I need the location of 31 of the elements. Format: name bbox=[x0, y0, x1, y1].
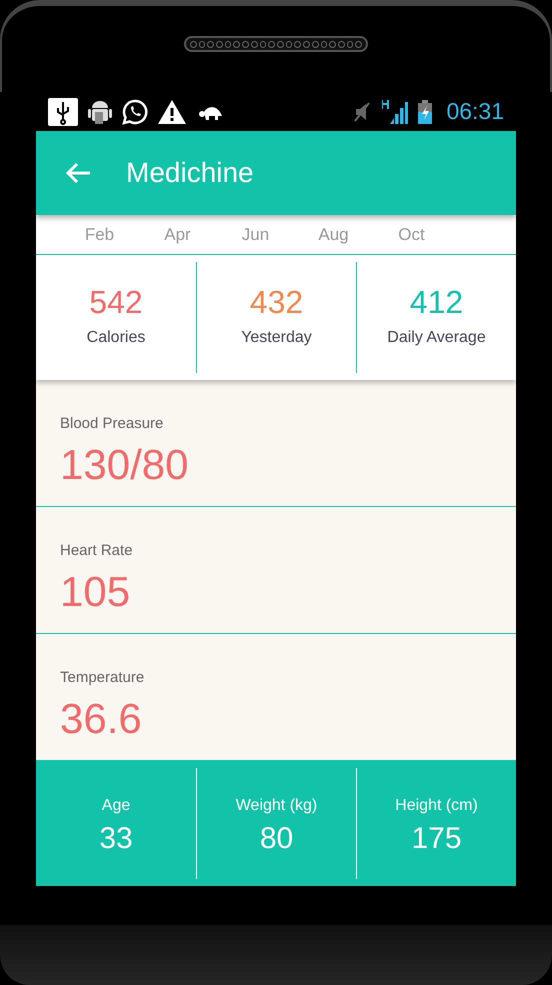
profile-value: 175 bbox=[411, 824, 462, 854]
profile-value: 33 bbox=[99, 824, 133, 854]
profile-label: Weight (kg) bbox=[236, 796, 318, 816]
month-label: Feb bbox=[84, 224, 115, 246]
stat-value: 432 bbox=[250, 286, 304, 318]
app-title: Medichine bbox=[126, 156, 254, 190]
stat-label: Daily Average bbox=[387, 328, 486, 348]
signal-icon bbox=[382, 100, 408, 124]
stat-label: Calories bbox=[86, 328, 146, 348]
month-label: Oct bbox=[397, 224, 426, 246]
month-label: Jun bbox=[240, 224, 270, 246]
profile-label: Age bbox=[102, 796, 130, 816]
vital-value: 130/80 bbox=[60, 444, 190, 486]
warning-icon bbox=[158, 100, 186, 124]
battery-icon bbox=[418, 100, 432, 124]
status-time: 06:31 bbox=[446, 97, 504, 126]
vital-label: Heart Rate bbox=[60, 541, 134, 561]
vital-label: Blood Preasure bbox=[60, 414, 164, 434]
stat-label: Yesterday bbox=[241, 328, 312, 348]
vital-value: 36.6 bbox=[60, 698, 143, 740]
profile-value: 80 bbox=[260, 824, 294, 854]
profile-label: Height (cm) bbox=[395, 796, 478, 816]
stat-value: 542 bbox=[89, 286, 143, 318]
stat-value: 412 bbox=[410, 286, 464, 318]
chat-icon bbox=[122, 98, 148, 124]
vital-value: 105 bbox=[60, 570, 132, 612]
usb-icon bbox=[48, 98, 78, 126]
muted-speaker-icon bbox=[352, 100, 372, 122]
vital-label: Temperature bbox=[60, 668, 146, 688]
month-label: Aug bbox=[318, 224, 349, 246]
month-label: Apr bbox=[163, 224, 192, 246]
